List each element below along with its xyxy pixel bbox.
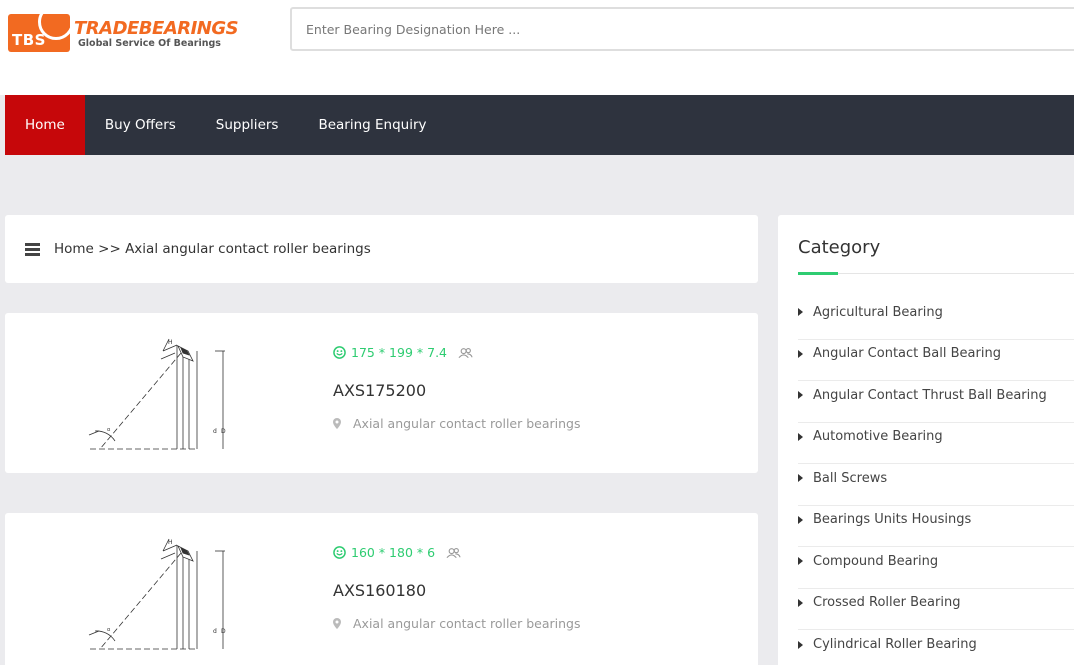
logo-tagline: Global Service Of Bearings: [78, 38, 221, 49]
product-category-text[interactable]: Axial angular contact roller bearings: [353, 616, 581, 631]
product-dimensions: 160 * 180 * 6: [333, 545, 461, 560]
users-icon[interactable]: [446, 547, 461, 559]
breadcrumb: Home >> Axial angular contact roller bea…: [5, 215, 758, 283]
smile-icon: [333, 546, 346, 559]
product-dimensions-text: 160 * 180 * 6: [351, 545, 436, 560]
breadcrumb-text[interactable]: Home >> Axial angular contact roller bea…: [54, 241, 371, 257]
smile-icon: [333, 346, 346, 359]
logo-badge: TBS: [8, 14, 70, 52]
category-item[interactable]: Ball Screws: [798, 464, 1074, 506]
map-pin-icon: [333, 618, 341, 629]
svg-text:H: H: [168, 339, 173, 346]
svg-text:D: D: [221, 628, 226, 635]
bearing-drawing[interactable]: H d D α: [85, 331, 235, 456]
nav-buy-offers[interactable]: Buy Offers: [85, 95, 196, 155]
caret-right-icon: [798, 598, 803, 607]
svg-text:d: d: [213, 628, 217, 635]
category-item[interactable]: Automotive Bearing: [798, 423, 1074, 464]
category-item-label[interactable]: Compound Bearing: [813, 554, 938, 569]
category-divider: [798, 273, 1074, 274]
product-category: Axial angular contact roller bearings: [333, 616, 581, 631]
category-item-label[interactable]: Angular Contact Ball Bearing: [813, 346, 1001, 361]
search-box: [290, 7, 1074, 51]
category-item-label[interactable]: Bearings Units Housings: [813, 512, 971, 527]
logo-badge-text: TBS: [12, 31, 46, 49]
category-item[interactable]: Cylindrical Roller Bearing: [798, 630, 1074, 665]
category-item-label[interactable]: Angular Contact Thrust Ball Bearing: [813, 388, 1047, 403]
caret-right-icon: [798, 474, 803, 483]
site-header: TBS TRADEBEARINGS Global Service Of Bear…: [0, 0, 1074, 95]
bearing-drawing[interactable]: H d D α: [85, 531, 235, 656]
logo-brand: TRADEBEARINGS: [74, 18, 239, 39]
product-card[interactable]: H d D α 175 * 199 * 7.4 AXS175200 Axial …: [5, 313, 758, 473]
category-item[interactable]: Angular Contact Thrust Ball Bearing: [798, 381, 1074, 423]
main-nav: Home Buy Offers Suppliers Bearing Enquir…: [5, 95, 1074, 155]
svg-text:H: H: [168, 539, 173, 546]
caret-right-icon: [798, 557, 803, 566]
caret-right-icon: [798, 349, 803, 358]
map-pin-icon: [333, 418, 341, 429]
product-card[interactable]: H d D α 160 * 180 * 6 AXS160180 Axial an…: [5, 513, 758, 665]
caret-right-icon: [798, 640, 803, 649]
users-icon[interactable]: [458, 347, 473, 359]
category-item[interactable]: Compound Bearing: [798, 547, 1074, 589]
caret-right-icon: [798, 432, 803, 441]
category-title: Category: [798, 237, 881, 258]
product-category: Axial angular contact roller bearings: [333, 416, 581, 431]
site-logo[interactable]: TBS TRADEBEARINGS Global Service Of Bear…: [8, 12, 239, 54]
caret-right-icon: [798, 515, 803, 524]
category-item[interactable]: Bearings Units Housings: [798, 506, 1074, 547]
product-dimensions-text: 175 * 199 * 7.4: [351, 345, 447, 360]
category-item[interactable]: Agricultural Bearing: [798, 298, 1074, 340]
category-item-label[interactable]: Cylindrical Roller Bearing: [813, 637, 977, 652]
category-item-label[interactable]: Crossed Roller Bearing: [813, 595, 960, 610]
nav-suppliers[interactable]: Suppliers: [196, 95, 299, 155]
product-name[interactable]: AXS175200: [333, 381, 426, 400]
product-category-text[interactable]: Axial angular contact roller bearings: [353, 416, 581, 431]
category-sidebar: Category Agricultural Bearing Angular Co…: [778, 215, 1074, 665]
nav-home[interactable]: Home: [5, 95, 85, 155]
hamburger-menu-icon[interactable]: [25, 243, 40, 256]
caret-right-icon: [798, 391, 803, 400]
caret-right-icon: [798, 308, 803, 317]
svg-text:D: D: [221, 428, 226, 435]
svg-text:α: α: [107, 627, 111, 633]
category-item-label[interactable]: Automotive Bearing: [813, 429, 943, 444]
category-item-label[interactable]: Agricultural Bearing: [813, 305, 943, 320]
product-dimensions: 175 * 199 * 7.4: [333, 345, 473, 360]
search-input[interactable]: [292, 9, 1074, 49]
category-item[interactable]: Crossed Roller Bearing: [798, 589, 1074, 630]
nav-bearing-enquiry[interactable]: Bearing Enquiry: [298, 95, 446, 155]
category-list: Agricultural Bearing Angular Contact Bal…: [798, 298, 1074, 665]
product-name[interactable]: AXS160180: [333, 581, 426, 600]
category-item-label[interactable]: Ball Screws: [813, 471, 887, 486]
category-divider-accent: [798, 272, 838, 275]
svg-text:α: α: [107, 427, 111, 433]
category-item[interactable]: Angular Contact Ball Bearing: [798, 340, 1074, 381]
svg-text:d: d: [213, 428, 217, 435]
